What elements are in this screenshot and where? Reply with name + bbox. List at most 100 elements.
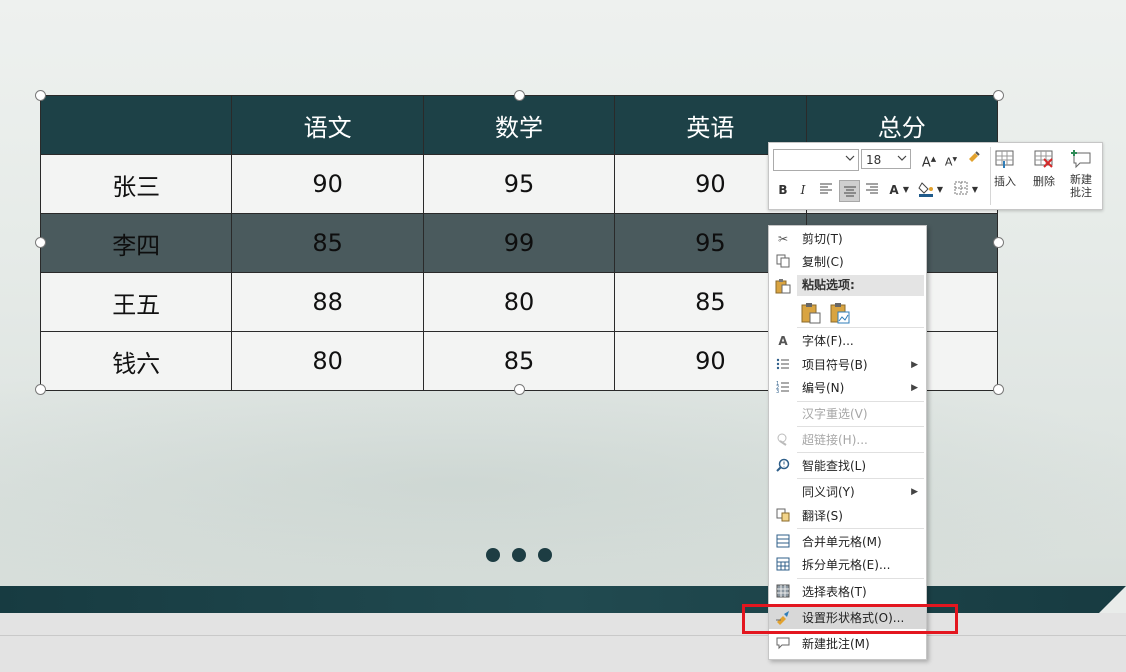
numbering-icon: 123 (775, 380, 791, 396)
paste-picture-icon[interactable] (830, 302, 850, 324)
menu-item-label: 项目符号(B) (802, 358, 868, 372)
new-comment-label-2: 批注 (1070, 186, 1092, 199)
insert-button[interactable]: 插入 (987, 147, 1023, 189)
menu-item-merge-cells[interactable]: 合并单元格(M) (769, 531, 926, 553)
divider (797, 478, 924, 479)
menu-item-translate[interactable]: 翻译(S) (769, 505, 926, 527)
new-comment-button[interactable]: 新建 批注 (1063, 147, 1099, 199)
font-icon: A (778, 334, 788, 348)
menu-item-label: 字体(F)... (802, 334, 854, 348)
table-cell[interactable]: 张三 (39, 154, 233, 214)
menu-item-label: 拆分单元格(E)... (802, 558, 891, 572)
resize-handle-right[interactable] (993, 237, 1004, 248)
grow-font-icon[interactable]: A▲ (920, 150, 938, 170)
table-cell[interactable]: 88 (231, 272, 424, 332)
divider (797, 528, 924, 529)
menu-item-label: 翻译(S) (802, 509, 843, 523)
borders-icon[interactable] (952, 181, 970, 199)
chevron-down-icon (844, 152, 856, 167)
table-delete-icon (1033, 149, 1055, 169)
table-cell[interactable]: 85 (422, 331, 616, 391)
decor-dot (486, 548, 500, 562)
copy-icon (775, 254, 791, 270)
fill-color-icon[interactable] (917, 180, 935, 198)
paste-keep-format-icon[interactable] (801, 302, 821, 324)
menu-item-label: 编号(N) (802, 381, 845, 395)
menu-item-select-table[interactable]: 选择表格(T) (769, 581, 926, 603)
decor-dot (512, 548, 526, 562)
smart-lookup-icon (775, 458, 791, 474)
table-cell[interactable]: 钱六 (39, 331, 233, 391)
highlight-box (742, 604, 958, 634)
menu-item-reconversion[interactable]: 汉字重选(V) (769, 403, 926, 425)
menu-item-split-cells[interactable]: 拆分单元格(E)... (769, 554, 926, 576)
menu-item-cut[interactable]: ✂ 剪切(T) (769, 228, 926, 250)
font-size-value: 18 (866, 153, 882, 167)
resize-handle-bottom-right[interactable] (993, 384, 1004, 395)
shrink-font-icon[interactable]: A▼ (942, 151, 960, 169)
table-cell[interactable]: 99 (422, 213, 616, 273)
menu-item-label: 剪切(T) (802, 232, 843, 246)
scissors-icon: ✂ (777, 232, 789, 246)
align-center-icon[interactable] (839, 180, 860, 202)
table-cell[interactable]: 李四 (39, 213, 233, 273)
table-cell[interactable]: 90 (231, 154, 424, 214)
resize-handle-top[interactable] (514, 90, 525, 101)
format-painter-icon[interactable] (965, 149, 983, 167)
menu-item-copy[interactable]: 复制(C) (769, 251, 926, 273)
menu-item-numbering[interactable]: 123 编号(N) ▶ (769, 377, 926, 399)
table-header-cell[interactable]: 语文 (231, 95, 424, 155)
menu-item-hyperlink[interactable]: 超链接(H)... (769, 429, 926, 451)
divider (797, 327, 924, 328)
font-name-input[interactable] (773, 149, 859, 171)
chevron-down-icon[interactable]: ▼ (935, 181, 945, 199)
font-name-value (774, 150, 777, 163)
menu-item-synonyms[interactable]: 同义词(Y) ▶ (769, 481, 926, 503)
resize-handle-top-left[interactable] (35, 90, 46, 101)
slide-canvas: 语文 数学 英语 总分 张三 90 95 90 李四 85 99 95 王五 8… (0, 0, 1126, 613)
menu-item-label: 选择表格(T) (802, 585, 867, 599)
table-cell[interactable]: 85 (231, 213, 424, 273)
divider (797, 452, 924, 453)
divider (797, 578, 924, 579)
paste-icon (775, 278, 791, 294)
italic-button[interactable]: I (794, 181, 812, 199)
table-cell[interactable]: 80 (231, 331, 424, 391)
align-left-icon[interactable] (817, 181, 835, 199)
paste-options-header: 粘贴选项: (797, 275, 924, 296)
comment-icon (775, 636, 791, 652)
chevron-right-icon: ▶ (911, 487, 918, 497)
menu-item-label: 同义词(Y) (802, 485, 855, 499)
resize-handle-bottom[interactable] (514, 384, 525, 395)
new-comment-label-1: 新建 (1070, 173, 1092, 186)
font-size-input[interactable]: 18 (861, 149, 911, 169)
bold-button[interactable]: B (774, 181, 792, 199)
menu-item-new-comment[interactable]: 新建批注(M) (769, 633, 926, 655)
chevron-right-icon: ▶ (911, 383, 918, 393)
table-header-cell[interactable] (39, 95, 233, 155)
resize-handle-top-right[interactable] (993, 90, 1004, 101)
context-menu: ✂ 剪切(T) 复制(C) 粘贴选项: A 字体(F)... 项目符号(B) ▶… (768, 225, 927, 660)
menu-item-label: 合并单元格(M) (802, 535, 882, 549)
resize-handle-bottom-left[interactable] (35, 384, 46, 395)
link-icon (775, 432, 791, 448)
resize-handle-left[interactable] (35, 237, 46, 248)
menu-item-bullets[interactable]: 项目符号(B) ▶ (769, 354, 926, 376)
chevron-down-icon[interactable]: ▼ (901, 181, 911, 199)
mini-toolbar: 18 A▲ A▼ B I A ▼ ▼ ▼ 插入 删除 新建 批注 (768, 142, 1103, 210)
chevron-down-icon[interactable]: ▼ (970, 181, 980, 199)
menu-item-smart-lookup[interactable]: 智能查找(L) (769, 455, 926, 477)
table-cell[interactable]: 王五 (39, 272, 233, 332)
menu-item-label: 复制(C) (802, 255, 844, 269)
menu-item-font[interactable]: A 字体(F)... (769, 330, 926, 352)
align-right-icon[interactable] (863, 181, 881, 199)
table-cell[interactable]: 95 (422, 154, 616, 214)
menu-item-label: 智能查找(L) (802, 459, 867, 473)
table-cell[interactable]: 80 (422, 272, 616, 332)
decor-dot (538, 548, 552, 562)
slide-corner-decor (1099, 586, 1126, 613)
split-cells-icon (775, 557, 791, 573)
insert-label: 插入 (994, 175, 1016, 188)
table-header-cell[interactable]: 数学 (422, 95, 616, 155)
delete-button[interactable]: 删除 (1026, 147, 1062, 189)
